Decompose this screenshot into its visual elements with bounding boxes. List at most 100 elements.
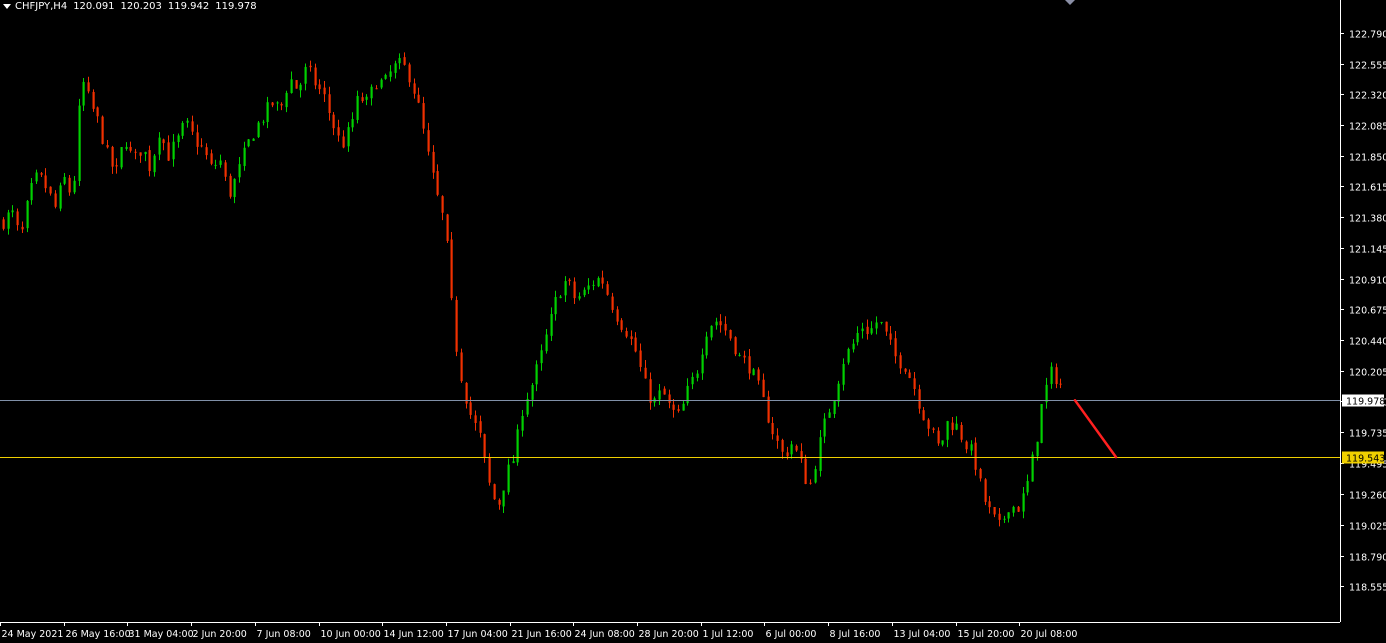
candle-body — [299, 84, 302, 91]
candle-body — [578, 296, 581, 299]
candle-body — [866, 326, 869, 335]
candle-body — [78, 105, 81, 181]
candle-body — [427, 130, 430, 152]
candle-body — [847, 348, 850, 363]
candle-body — [1022, 493, 1025, 512]
time-tick-label: 1 Jul 12:00 — [703, 629, 754, 640]
candle-body — [611, 296, 614, 310]
price-tick-label: 118.555 — [1349, 583, 1386, 594]
price-tick-label: 122.555 — [1349, 61, 1386, 72]
candle-body — [828, 412, 831, 418]
candle-body — [304, 66, 307, 84]
candle-body — [970, 444, 973, 451]
candle-body — [554, 296, 557, 315]
candle-body — [1036, 441, 1039, 457]
candle-body — [639, 350, 642, 367]
candle-body — [337, 127, 340, 136]
candle-body — [68, 177, 71, 193]
candle-body — [734, 337, 737, 355]
time-tick-label: 20 Jul 08:00 — [1021, 629, 1078, 640]
candle-body — [309, 65, 312, 68]
candle-body — [819, 437, 822, 471]
candlestick-chart[interactable]: 122.790 122.555 122.320 122.085 121.850 121.6… — [0, 0, 1386, 643]
candle-body — [592, 284, 595, 286]
candle-body — [134, 151, 137, 153]
candle-body — [186, 120, 189, 123]
candle-body — [701, 354, 704, 374]
price-axis: 122.790 122.555 122.320 122.085 121.850 121.6… — [1340, 0, 1386, 622]
candle-body — [276, 102, 279, 104]
candle-body — [59, 185, 62, 209]
candle-body — [115, 165, 118, 167]
candle-body — [771, 422, 774, 435]
price-tick-label: 122.320 — [1349, 91, 1386, 102]
candle-body — [247, 139, 250, 147]
candle-body — [904, 368, 907, 372]
candle-body — [347, 127, 350, 147]
candle-body — [974, 442, 977, 470]
candle-body — [833, 400, 836, 415]
time-tick-label: 6 Jul 00:00 — [766, 629, 817, 640]
time-tick-label: 26 May 16:00 — [66, 629, 131, 640]
candle-body — [450, 239, 453, 299]
candle-body — [460, 352, 463, 382]
candle-body — [856, 332, 859, 343]
candles-layer — [2, 52, 1062, 527]
time-tick-label: 28 Jun 20:00 — [639, 629, 699, 640]
candle-body — [918, 389, 921, 409]
candle-body — [1026, 481, 1029, 493]
candle-body — [389, 71, 392, 77]
candle-body — [375, 88, 378, 90]
candle-body — [941, 440, 944, 445]
candle-body — [44, 175, 47, 189]
candle-body — [196, 132, 199, 147]
candle-body — [219, 160, 222, 165]
candle-body — [483, 434, 486, 458]
candle-body — [507, 464, 510, 493]
candle-body — [752, 369, 755, 376]
candle-body — [200, 145, 203, 147]
candle-body — [658, 390, 661, 400]
candle-body — [16, 211, 19, 226]
candle-body — [436, 171, 439, 195]
candle-body — [559, 296, 562, 299]
price-tick-label: 121.850 — [1349, 153, 1386, 164]
candle-body — [564, 281, 567, 296]
candle-body — [583, 289, 586, 296]
time-tick-label: 7 Jun 08:00 — [257, 629, 311, 640]
candle-body — [257, 122, 260, 137]
candle-body — [139, 152, 142, 156]
candle-body — [21, 226, 24, 230]
candle-body — [30, 182, 33, 201]
candle-body — [129, 146, 132, 151]
candle-body — [205, 147, 208, 156]
candle-body — [82, 81, 85, 106]
time-tick-label: 8 Jul 16:00 — [830, 629, 881, 640]
candle-body — [111, 146, 114, 167]
candle-body — [937, 430, 940, 444]
candle-body — [790, 444, 793, 455]
candle-body — [73, 180, 76, 193]
candle-body — [413, 83, 416, 94]
time-tick-label: 14 Jun 12:00 — [384, 629, 444, 640]
candle-body — [181, 122, 184, 136]
candle-body — [597, 278, 600, 287]
candle-body — [955, 423, 958, 430]
candle-body — [214, 164, 217, 166]
candle-body — [927, 419, 930, 429]
candle-body — [875, 322, 878, 329]
price-tick-label: 118.790 — [1349, 553, 1386, 564]
candle-body — [323, 87, 326, 95]
candle-body — [984, 479, 987, 502]
candle-body — [885, 321, 888, 332]
candle-body — [285, 92, 288, 108]
candle-body — [172, 141, 175, 160]
candle-body — [696, 373, 699, 378]
candle-body — [7, 212, 10, 229]
candle-body — [361, 97, 364, 102]
candle-body — [1055, 367, 1058, 385]
candle-body — [26, 200, 29, 229]
candle-body — [342, 136, 345, 148]
candle-body — [512, 461, 515, 464]
candle-body — [210, 153, 213, 164]
